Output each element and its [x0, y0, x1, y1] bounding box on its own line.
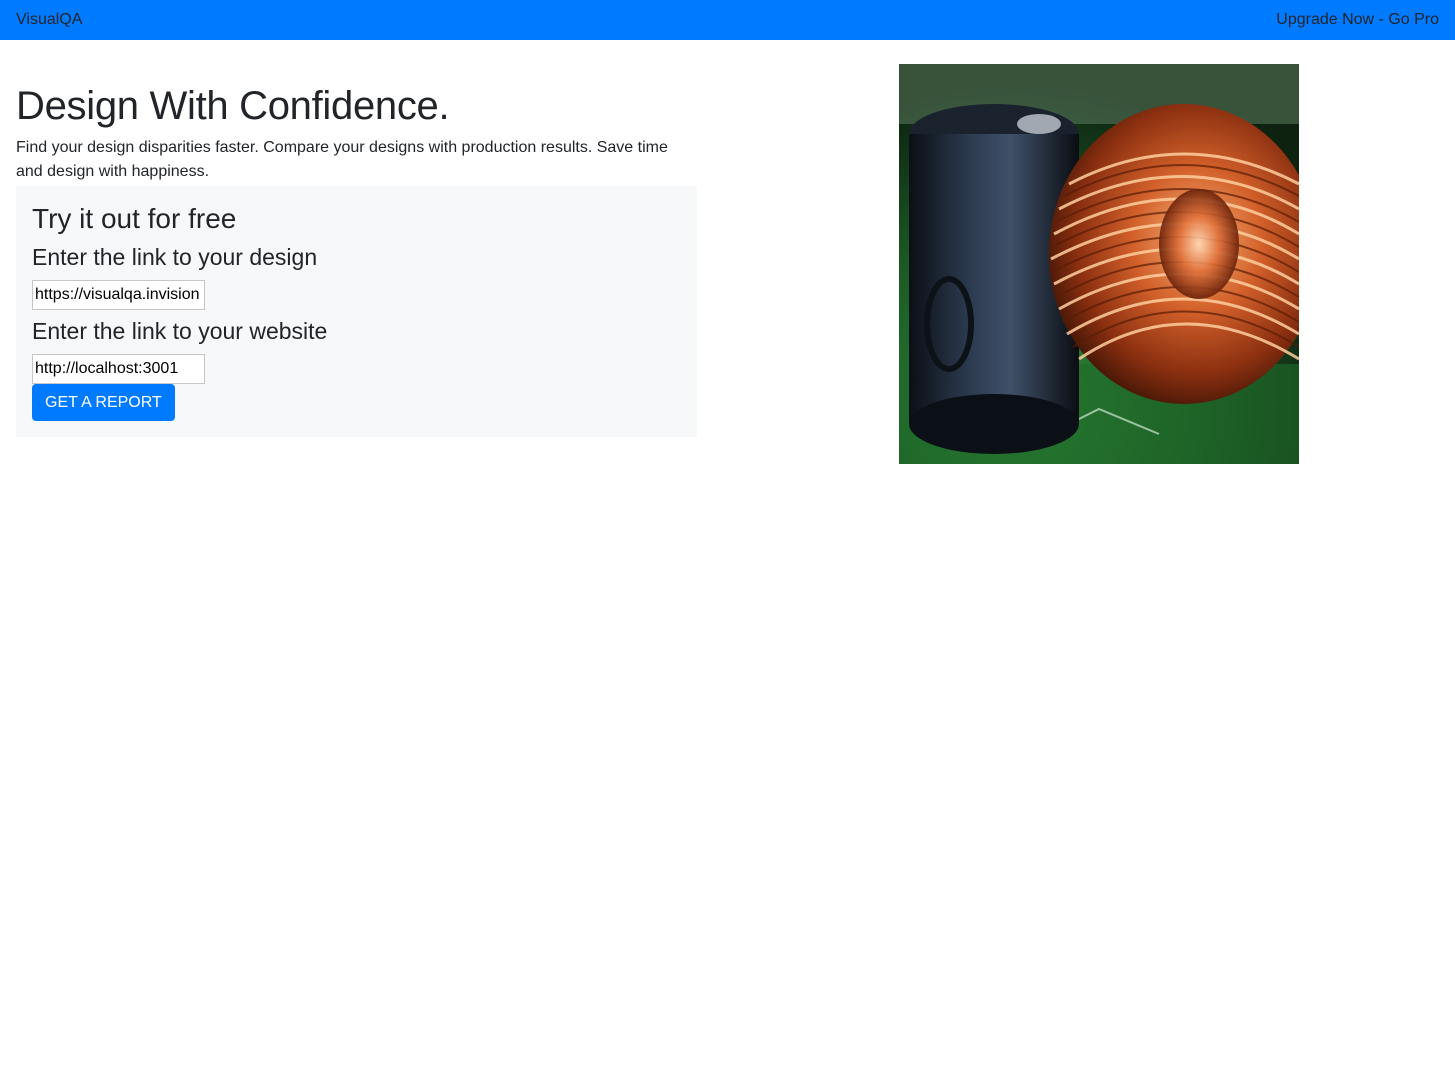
- website-link-input[interactable]: [32, 354, 205, 384]
- design-link-input[interactable]: [32, 280, 205, 310]
- upgrade-link[interactable]: Upgrade Now - Go Pro: [1276, 11, 1439, 29]
- hero-description: Find your design disparities faster. Com…: [16, 139, 668, 180]
- page-title: Design With Confidence.: [16, 84, 450, 128]
- top-navbar: VisualQA Upgrade Now - Go Pro: [0, 0, 1455, 40]
- get-report-button[interactable]: GET A REPORT: [32, 384, 175, 421]
- trial-form-panel: Try it out for free Enter the link to yo…: [16, 186, 697, 437]
- brand-link[interactable]: VisualQA: [16, 11, 82, 29]
- design-link-label: Enter the link to your design: [32, 244, 318, 270]
- hero-section: Design With Confidence. Find your design…: [16, 64, 697, 437]
- website-link-label: Enter the link to your website: [32, 318, 328, 344]
- inductor-photo: [899, 64, 1299, 464]
- form-heading: Try it out for free: [32, 203, 237, 234]
